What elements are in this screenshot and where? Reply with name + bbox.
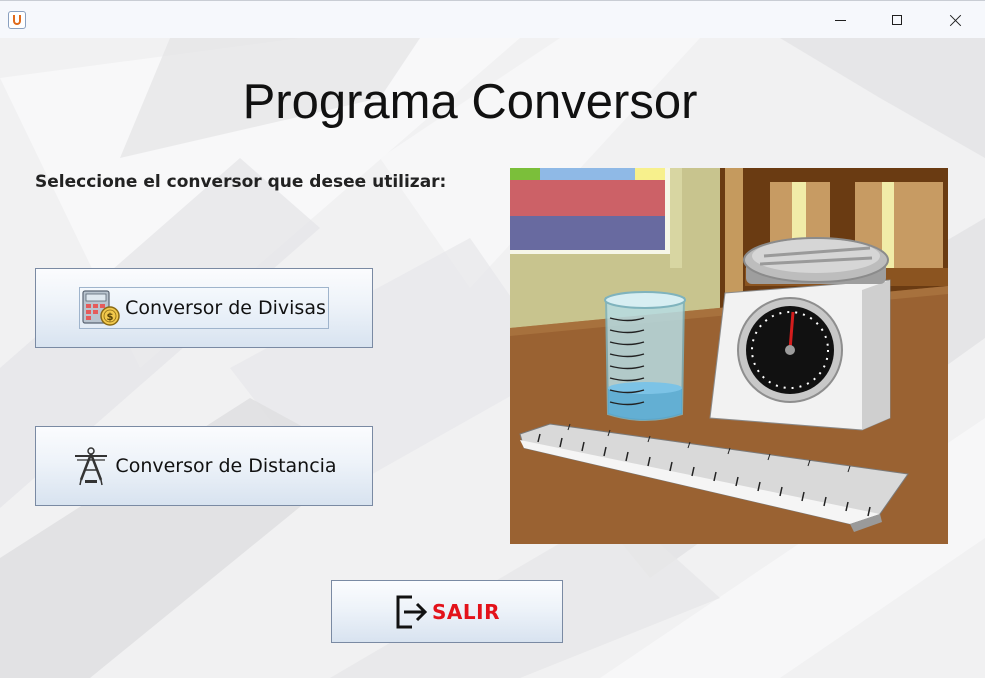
maximize-button[interactable] xyxy=(874,1,920,39)
main-panel: Programa Conversor Seleccione el convers… xyxy=(0,38,985,678)
title-bar xyxy=(0,0,985,39)
distancia-button[interactable]: Conversor de Distancia xyxy=(35,426,373,506)
close-button[interactable] xyxy=(932,1,978,39)
divisas-button-label: Conversor de Divisas xyxy=(125,297,326,319)
salir-button-label: SALIR xyxy=(432,599,500,624)
distancia-button-label: Conversor de Distancia xyxy=(115,455,337,477)
salir-button[interactable]: SALIR xyxy=(331,580,563,643)
minimize-button[interactable] xyxy=(817,1,863,39)
instruction-label: Seleccione el conversor que desee utiliz… xyxy=(35,172,447,192)
divisas-button-focus-box: $ Conversor de Divisas xyxy=(79,287,329,329)
calculator-coin-icon: $ xyxy=(82,290,120,326)
exit-icon xyxy=(396,595,428,628)
compass-icon xyxy=(75,447,108,486)
close-icon xyxy=(949,14,962,27)
divisas-button[interactable]: $ Conversor de Divisas xyxy=(35,268,373,348)
svg-text:$: $ xyxy=(107,312,114,323)
measurement-tools-illustration xyxy=(510,168,948,544)
minimize-icon xyxy=(834,19,846,21)
maximize-icon xyxy=(892,15,902,25)
java-cup-icon xyxy=(8,11,26,29)
page-title: Programa Conversor xyxy=(242,75,698,129)
